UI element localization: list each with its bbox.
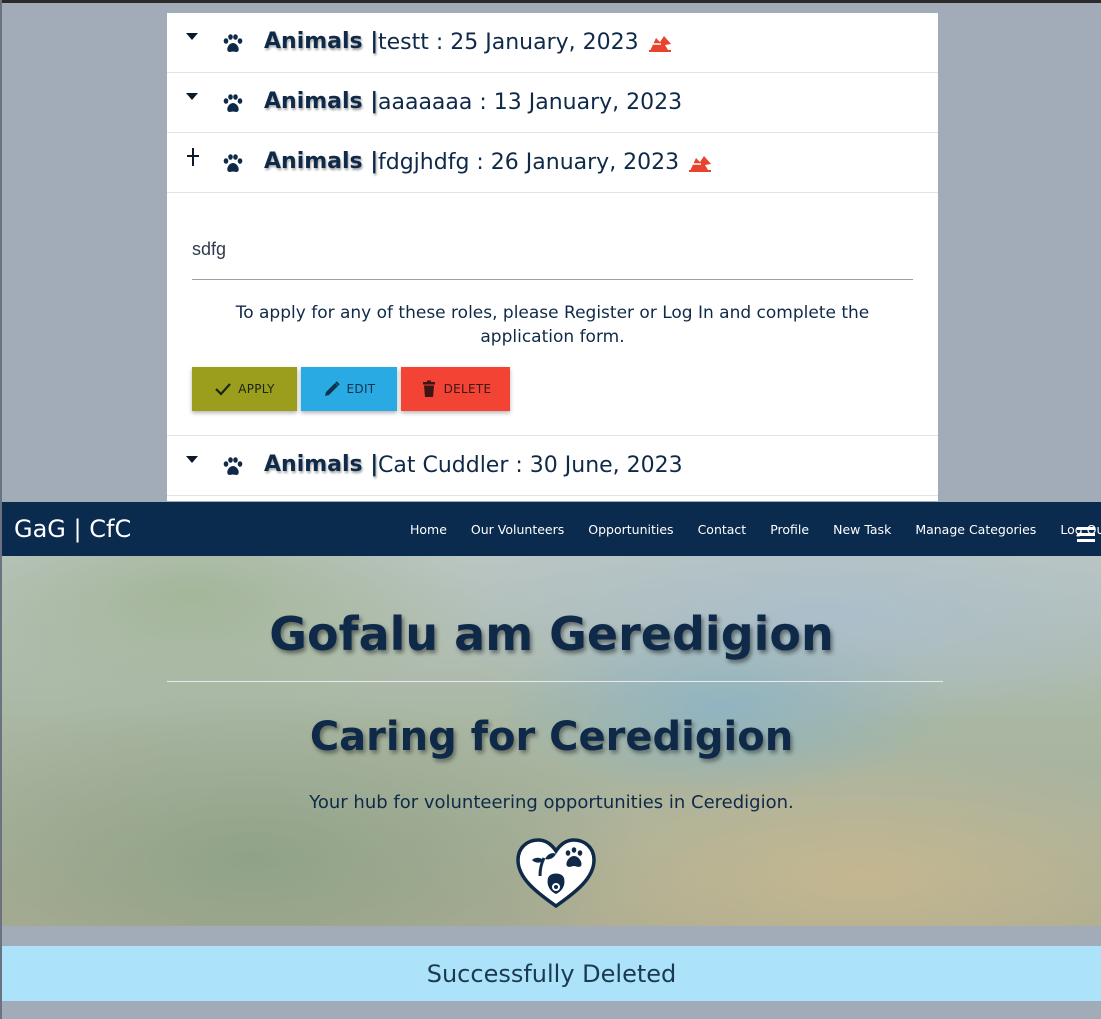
nav-opportunities[interactable]: Opportunities <box>588 522 673 537</box>
task-category: Animals | <box>264 29 379 54</box>
task-title: Cat Cuddler : 30 June, 2023 <box>378 453 683 478</box>
window-top-edge <box>0 0 1101 3</box>
apply-instructions: To apply for any of these roles, please … <box>235 303 870 347</box>
delete-button[interactable]: DELETE <box>401 367 510 411</box>
delete-button-label: DELETE <box>443 382 492 396</box>
brand-logo[interactable]: GaG | CfC <box>14 515 131 543</box>
task-category: Animals | <box>264 452 379 477</box>
alert-message: Successfully Deleted <box>426 959 677 988</box>
task-row-cat-cuddler[interactable]: Animals | Cat Cuddler : 30 June, 2023 <box>167 436 938 496</box>
divider <box>192 279 913 280</box>
task-title-wrap: fdgjhdfg : 26 January, 2023 <box>378 150 713 175</box>
task-title: fdgjhdfg : 26 January, 2023 <box>378 150 680 175</box>
apply-button[interactable]: APPLY <box>192 367 297 411</box>
task-title: aaaaaaa : 13 January, 2023 <box>378 90 683 115</box>
check-icon <box>215 383 232 396</box>
nav-links: Home Our Volunteers Opportunities Contac… <box>410 522 1101 537</box>
task-row-aaaaaaa[interactable]: Animals | aaaaaaa : 13 January, 2023 <box>167 73 938 133</box>
task-category: Animals | <box>264 149 379 174</box>
nav-home[interactable]: Home <box>410 522 447 537</box>
caret-down-icon[interactable] <box>186 456 198 463</box>
paw-icon <box>223 154 243 172</box>
task-title: testt : 25 January, 2023 <box>378 30 639 55</box>
nav-our-volunteers[interactable]: Our Volunteers <box>471 522 564 537</box>
hero-subtitle: Caring for Ceredigion <box>309 714 794 760</box>
task-row-fdgjhdfg[interactable]: Animals | fdgjhdfg : 26 January, 2023 <box>167 133 938 193</box>
task-category: Animals | <box>264 89 379 114</box>
hamburger-icon[interactable] <box>1077 527 1095 543</box>
urgent-flag-icon <box>689 156 712 172</box>
success-alert: Successfully Deleted <box>2 946 1101 1001</box>
paw-icon <box>223 457 243 475</box>
heart-logo-icon <box>516 838 596 909</box>
nav-profile[interactable]: Profile <box>770 522 809 537</box>
nav-new-task[interactable]: New Task <box>833 522 891 537</box>
task-row-testt[interactable]: Animals | testt : 25 January, 2023 <box>167 13 938 73</box>
task-description: sdfg <box>192 239 227 259</box>
hero-tagline: Your hub for volunteering opportunities … <box>309 792 794 813</box>
edit-button-label: EDIT <box>346 382 376 396</box>
urgent-flag-icon <box>648 36 671 52</box>
task-title-wrap: testt : 25 January, 2023 <box>378 30 673 55</box>
navbar: GaG | CfC Home Our Volunteers Opportunit… <box>2 502 1101 556</box>
nav-contact[interactable]: Contact <box>698 522 747 537</box>
paw-icon <box>223 94 243 112</box>
task-list-panel: Animals | testt : 25 January, 2023 Anima… <box>167 13 938 501</box>
caret-down-icon[interactable] <box>186 33 198 40</box>
hero-title: Gofalu am Geredigion <box>269 607 834 661</box>
edit-button[interactable]: EDIT <box>301 367 397 411</box>
paw-icon <box>223 34 243 52</box>
trash-icon <box>422 380 435 397</box>
hero-divider <box>167 681 943 682</box>
hero-banner: Gofalu am Geredigion Caring for Ceredigi… <box>2 556 1101 926</box>
nav-manage-categories[interactable]: Manage Categories <box>915 522 1036 537</box>
pencil-icon <box>324 381 340 396</box>
task-details: sdfg To apply for any of these roles, pl… <box>167 193 938 436</box>
apply-button-label: APPLY <box>238 382 275 396</box>
caret-down-icon[interactable] <box>186 93 198 100</box>
plus-icon[interactable] <box>187 148 199 168</box>
